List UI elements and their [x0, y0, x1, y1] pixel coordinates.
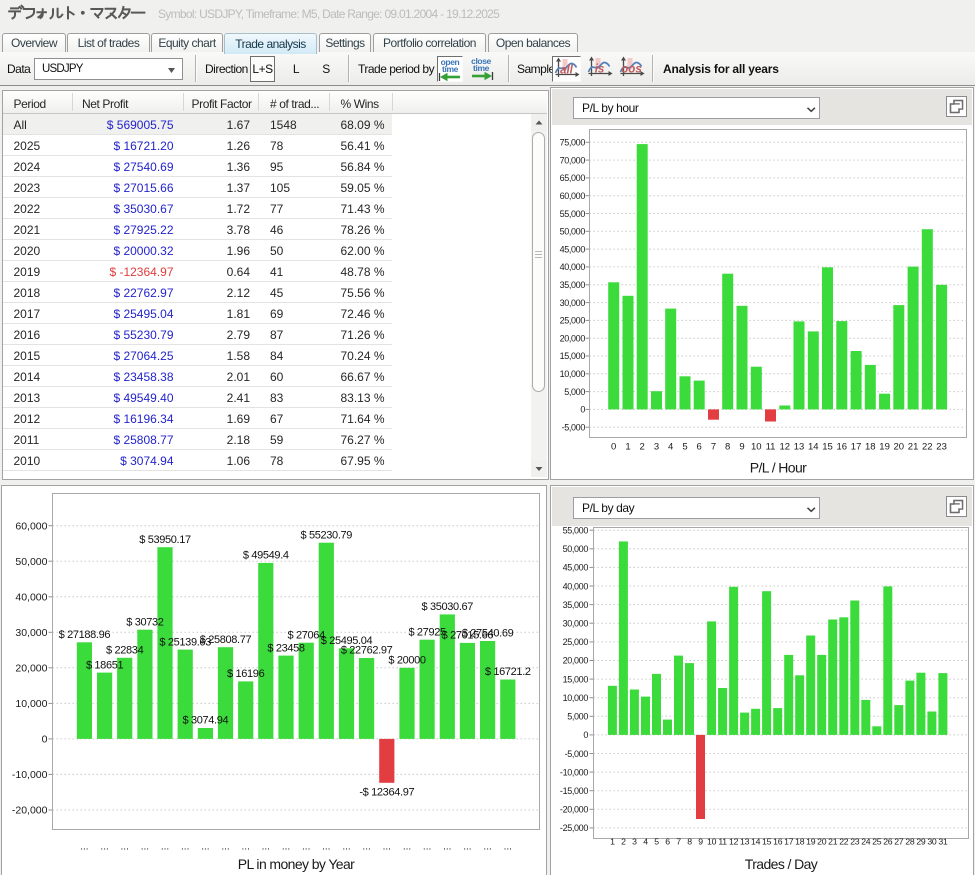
svg-text:29: 29	[916, 837, 926, 847]
svg-text:14: 14	[751, 837, 761, 847]
svg-text:5,000: 5,000	[567, 712, 588, 722]
svg-text:7: 7	[676, 837, 681, 847]
svg-text:9: 9	[698, 837, 703, 847]
svg-text:31: 31	[938, 837, 948, 847]
svg-text:45,000: 45,000	[563, 563, 589, 573]
svg-text:23: 23	[850, 837, 860, 847]
svg-text:28: 28	[905, 837, 915, 847]
svg-text:11: 11	[718, 837, 727, 847]
svg-text:2: 2	[621, 837, 626, 847]
svg-text:24: 24	[861, 837, 871, 847]
svg-text:25: 25	[872, 837, 882, 847]
svg-text:Trades / Day: Trades / Day	[745, 856, 818, 872]
svg-text:1: 1	[610, 837, 615, 847]
svg-text:20: 20	[817, 837, 827, 847]
svg-text:18: 18	[795, 837, 805, 847]
svg-text:40,000: 40,000	[563, 581, 589, 591]
svg-text:19: 19	[806, 837, 816, 847]
svg-text:13: 13	[740, 837, 750, 847]
svg-text:-20,000: -20,000	[560, 805, 588, 815]
svg-text:22: 22	[839, 837, 849, 847]
svg-text:-10,000: -10,000	[560, 767, 588, 777]
svg-text:30,000: 30,000	[563, 619, 589, 629]
svg-text:26: 26	[883, 837, 893, 847]
svg-text:5: 5	[654, 837, 659, 847]
svg-text:27: 27	[894, 837, 904, 847]
svg-text:15,000: 15,000	[563, 674, 589, 684]
svg-text:55,000: 55,000	[563, 525, 589, 535]
svg-text:-5,000: -5,000	[565, 749, 589, 759]
svg-text:-15,000: -15,000	[560, 786, 588, 796]
svg-text:30: 30	[927, 837, 937, 847]
svg-text:8: 8	[687, 837, 692, 847]
svg-text:6: 6	[665, 837, 670, 847]
svg-text:10: 10	[707, 837, 717, 847]
svg-text:15: 15	[762, 837, 772, 847]
svg-text:10,000: 10,000	[563, 693, 589, 703]
svg-text:35,000: 35,000	[563, 600, 589, 610]
svg-text:25,000: 25,000	[563, 637, 589, 647]
svg-text:12: 12	[729, 837, 739, 847]
svg-text:16: 16	[773, 837, 783, 847]
svg-text:17: 17	[784, 837, 794, 847]
svg-text:3: 3	[632, 837, 637, 847]
svg-text:-25,000: -25,000	[560, 823, 588, 833]
svg-text:50,000: 50,000	[563, 544, 589, 554]
svg-text:21: 21	[828, 837, 838, 847]
svg-text:4: 4	[643, 837, 648, 847]
svg-text:0: 0	[583, 730, 588, 740]
svg-text:20,000: 20,000	[563, 656, 589, 666]
